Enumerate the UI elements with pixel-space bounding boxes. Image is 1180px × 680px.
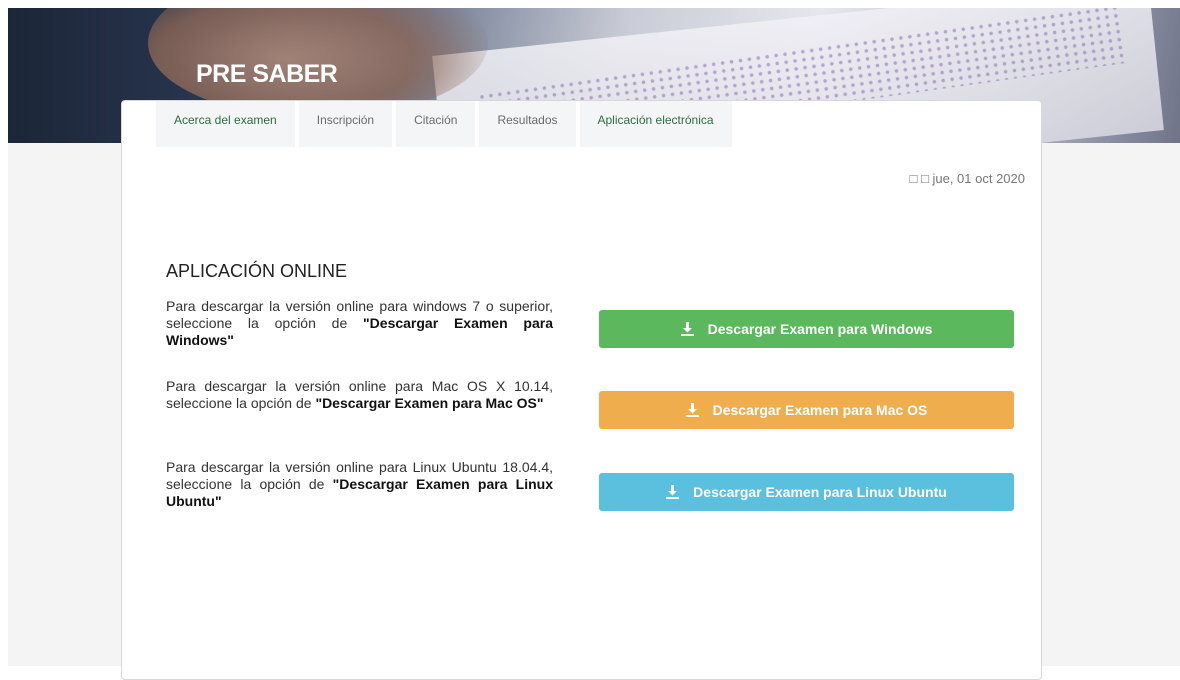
- download-icon: [680, 322, 694, 336]
- mac-option-name: "Descargar Examen para Mac OS": [315, 395, 544, 411]
- download-windows-label: Descargar Examen para Windows: [707, 321, 933, 337]
- content-card: Acerca del examen Inscripción Citación R…: [121, 100, 1042, 680]
- download-mac-label: Descargar Examen para Mac OS: [712, 402, 928, 418]
- tab-bar: Acerca del examen Inscripción Citación R…: [156, 101, 736, 147]
- page-title: PRE SABER: [196, 60, 338, 88]
- date-label: □ □ jue, 01 oct 2020: [909, 171, 1025, 186]
- download-icon: [685, 403, 699, 417]
- download-windows-button[interactable]: Descargar Examen para Windows: [599, 310, 1014, 348]
- tab-inscripcion[interactable]: Inscripción: [298, 101, 393, 147]
- tab-citacion[interactable]: Citación: [396, 101, 476, 147]
- tab-resultados[interactable]: Resultados: [479, 101, 576, 147]
- download-linux-label: Descargar Examen para Linux Ubuntu: [693, 484, 947, 500]
- download-linux-button[interactable]: Descargar Examen para Linux Ubuntu: [599, 473, 1014, 511]
- tab-aplicacion-electronica[interactable]: Aplicación electrónica: [579, 101, 732, 147]
- section-heading: APLICACIÓN ONLINE: [166, 261, 348, 281]
- linux-instructions: Para descargar la versión online para Li…: [166, 459, 553, 510]
- download-icon: [666, 485, 680, 499]
- mac-instructions: Para descargar la versión online para Ma…: [166, 378, 553, 412]
- download-mac-button[interactable]: Descargar Examen para Mac OS: [599, 391, 1014, 429]
- tab-acerca-del-examen[interactable]: Acerca del examen: [156, 101, 295, 147]
- windows-instructions: Para descargar la versión online para wi…: [166, 298, 553, 349]
